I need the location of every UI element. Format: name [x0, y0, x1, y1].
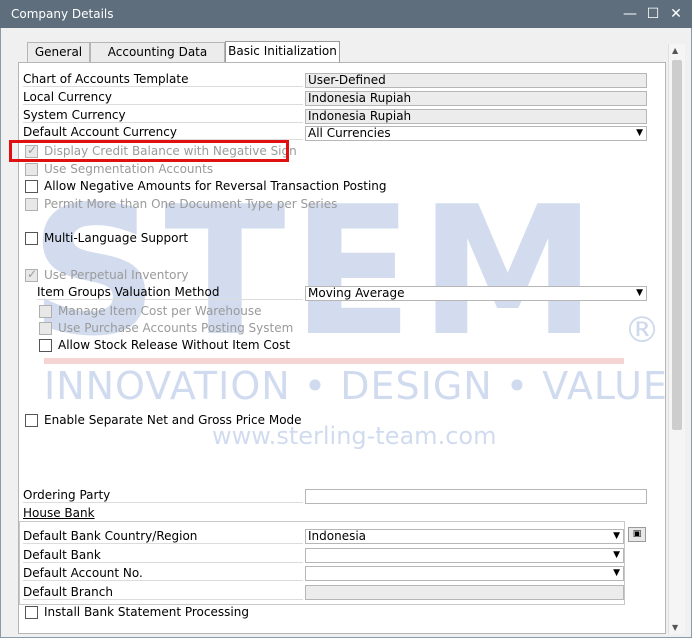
default-bank-country-select[interactable]: Indonesia ▼ — [305, 529, 624, 544]
install-bank-statement-label: Install Bank Statement Processing — [44, 605, 249, 619]
item-groups-valuation-select[interactable]: Moving Average ▼ — [305, 286, 647, 301]
default-bank-label: Default Bank — [23, 548, 303, 563]
default-account-no-select[interactable]: ▼ — [305, 566, 624, 581]
manage-item-cost-checkbox[interactable] — [39, 305, 52, 318]
default-bank-select[interactable]: ▼ — [305, 548, 624, 563]
default-account-no-label: Default Account No. — [23, 566, 303, 581]
scroll-down-icon[interactable]: ▼ — [672, 623, 678, 632]
title-bar: Company Details — ☐ ✕ — [0, 0, 692, 28]
watermark-tagline: INNOVATION • DESIGN • VALUE — [44, 364, 668, 408]
default-bank-country-label: Default Bank Country/Region — [23, 529, 303, 544]
chevron-down-icon[interactable]: ▼ — [613, 549, 620, 562]
use-segmentation-checkbox[interactable] — [25, 163, 38, 176]
local-currency-field: Indonesia Rupiah — [305, 91, 647, 106]
tab-general[interactable]: General — [27, 42, 90, 62]
item-groups-valuation-value: Moving Average — [308, 286, 405, 300]
scroll-thumb[interactable] — [672, 60, 682, 430]
chart-of-accounts-label: Chart of Accounts Template — [23, 72, 303, 87]
permit-more-doc-types-checkbox[interactable] — [25, 198, 38, 211]
separate-net-gross-label: Enable Separate Net and Gross Price Mode — [44, 413, 302, 427]
allow-negative-amounts-label: Allow Negative Amounts for Reversal Tran… — [44, 179, 387, 193]
separate-net-gross-checkbox[interactable] — [25, 414, 38, 427]
multi-language-checkbox[interactable] — [25, 232, 38, 245]
use-purchase-accounts-label: Use Purchase Accounts Posting System — [58, 321, 294, 335]
watermark-registered-mark: ® — [624, 310, 660, 351]
use-purchase-accounts-checkbox[interactable] — [39, 322, 52, 335]
chart-of-accounts-field: User-Defined — [305, 73, 647, 88]
item-groups-valuation-label: Item Groups Valuation Method — [37, 285, 303, 300]
allow-stock-release-label: Allow Stock Release Without Item Cost — [58, 338, 291, 352]
install-bank-statement-checkbox[interactable] — [25, 606, 38, 619]
vertical-scrollbar[interactable]: ▲ ▼ — [668, 44, 685, 634]
chevron-down-icon[interactable]: ▼ — [613, 567, 620, 580]
chevron-down-icon[interactable]: ▼ — [613, 530, 620, 543]
system-currency-label: System Currency — [23, 108, 303, 123]
highlight-box — [9, 140, 289, 162]
tab-accounting-data[interactable]: Accounting Data — [90, 42, 225, 62]
tab-basic-initialization[interactable]: Basic Initialization — [225, 41, 340, 63]
chevron-down-icon[interactable]: ▼ — [636, 127, 643, 140]
allow-negative-amounts-checkbox[interactable] — [25, 180, 38, 193]
check-icon: ✓ — [27, 267, 38, 281]
default-account-currency-select[interactable]: All Currencies ▼ — [305, 126, 647, 141]
minimize-icon[interactable]: — — [620, 4, 640, 24]
ordering-party-label: Ordering Party — [23, 488, 303, 503]
use-perpetual-inventory-checkbox[interactable]: ✓ — [25, 267, 38, 282]
system-currency-field: Indonesia Rupiah — [305, 109, 647, 124]
chevron-down-icon[interactable]: ▼ — [636, 287, 643, 300]
default-branch-label: Default Branch — [23, 585, 303, 600]
default-bank-country-value: Indonesia — [308, 529, 367, 543]
window-title: Company Details — [11, 7, 114, 21]
use-perpetual-inventory-label: Use Perpetual Inventory — [44, 268, 189, 282]
scroll-up-icon[interactable]: ▲ — [672, 46, 678, 55]
maximize-icon[interactable]: ☐ — [643, 4, 663, 24]
tab-label: Basic Initialization — [228, 44, 337, 58]
default-account-currency-label: Default Account Currency — [23, 125, 303, 140]
house-bank-heading: House Bank — [23, 506, 95, 520]
close-icon[interactable]: ✕ — [666, 4, 686, 24]
default-account-currency-value: All Currencies — [308, 126, 391, 140]
ordering-party-input[interactable] — [305, 489, 647, 504]
permit-more-doc-types-label: Permit More than One Document Type per S… — [44, 197, 338, 211]
multi-language-label: Multi-Language Support — [44, 231, 189, 245]
use-segmentation-label: Use Segmentation Accounts — [44, 162, 214, 176]
default-branch-field — [305, 585, 624, 600]
tab-label: Accounting Data — [107, 45, 208, 59]
local-currency-label: Local Currency — [23, 90, 303, 105]
tab-label: General — [34, 45, 83, 59]
manage-item-cost-label: Manage Item Cost per Warehouse — [58, 304, 262, 318]
allow-stock-release-checkbox[interactable] — [39, 339, 52, 352]
bank-lookup-icon[interactable]: ▣ — [628, 527, 646, 542]
